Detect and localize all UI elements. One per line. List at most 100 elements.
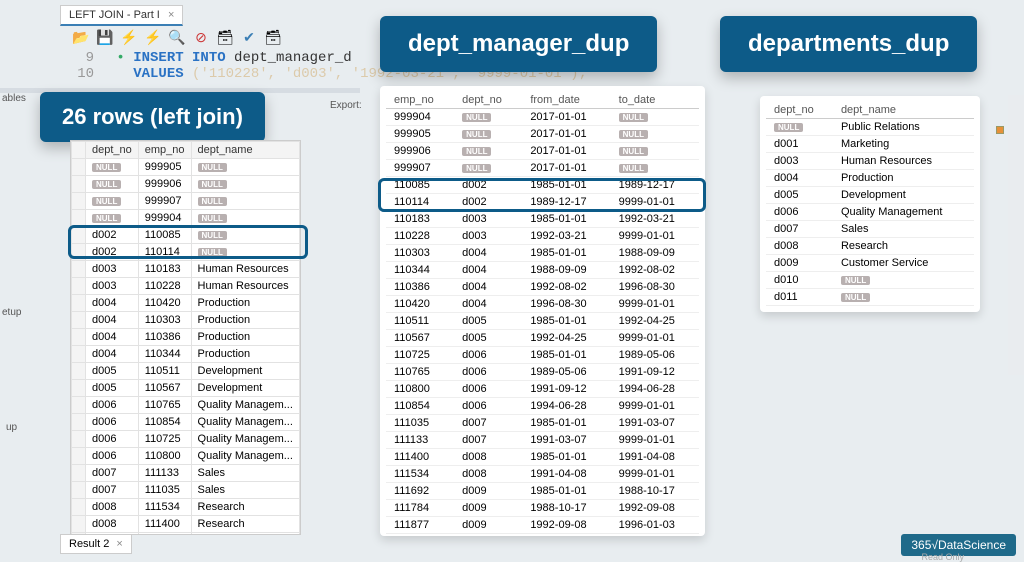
cell[interactable]: 1992-08-02 bbox=[522, 279, 610, 296]
table-row[interactable]: 110420d0041996-08-309999-01-01 bbox=[386, 296, 699, 313]
cell[interactable]: 1996-08-30 bbox=[611, 279, 699, 296]
cell[interactable]: 1985-01-01 bbox=[522, 347, 610, 364]
cell[interactable]: d006 bbox=[86, 448, 139, 465]
cell[interactable]: 1991-09-12 bbox=[522, 381, 610, 398]
table-row[interactable]: d006110725Quality Managem... bbox=[72, 431, 300, 448]
stop-icon[interactable]: ⊘ bbox=[192, 28, 210, 46]
table-row[interactable]: d005110567Development bbox=[72, 380, 300, 397]
cell[interactable]: 999906 bbox=[386, 143, 454, 160]
table-row[interactable]: NULL999906NULL bbox=[72, 176, 300, 193]
table-row[interactable]: d005Development bbox=[766, 187, 974, 204]
cell[interactable]: d006 bbox=[454, 381, 522, 398]
cell[interactable]: 110511 bbox=[386, 313, 454, 330]
cell[interactable]: 1989-12-17 bbox=[611, 177, 699, 194]
cell[interactable]: Quality Managem... bbox=[191, 431, 299, 448]
table-row[interactable]: d011NULL bbox=[766, 289, 974, 306]
cell[interactable]: d002 bbox=[86, 227, 139, 244]
open-icon[interactable]: 📂 bbox=[72, 28, 90, 46]
cell[interactable]: Research bbox=[191, 516, 299, 533]
cell[interactable]: d005 bbox=[454, 313, 522, 330]
table-row[interactable]: d003110183Human Resources bbox=[72, 261, 300, 278]
cell[interactable]: d005 bbox=[454, 330, 522, 347]
result-table[interactable]: dept_noemp_nodept_name NULL999905NULLNUL… bbox=[71, 141, 300, 535]
table-row[interactable]: d006110765Quality Managem... bbox=[72, 397, 300, 414]
cell[interactable]: 1989-05-06 bbox=[522, 364, 610, 381]
cell[interactable]: Research bbox=[833, 238, 974, 255]
cell[interactable]: NULL bbox=[611, 109, 699, 126]
cell[interactable]: d007 bbox=[86, 465, 139, 482]
cell[interactable]: 999905 bbox=[386, 126, 454, 143]
cell[interactable]: 110420 bbox=[386, 296, 454, 313]
table-row[interactable]: d008111534Research bbox=[72, 499, 300, 516]
cell[interactable]: NULL bbox=[454, 160, 522, 177]
editor-tab[interactable]: LEFT JOIN - Part I × bbox=[60, 5, 183, 26]
cell[interactable]: 110386 bbox=[386, 279, 454, 296]
cell[interactable]: 999904 bbox=[138, 210, 191, 227]
cell[interactable]: 110183 bbox=[138, 261, 191, 278]
table-row[interactable]: 110228d0031992-03-219999-01-01 bbox=[386, 228, 699, 245]
cell[interactable]: Quality Management bbox=[833, 204, 974, 221]
cell[interactable]: 110800 bbox=[386, 381, 454, 398]
cell[interactable]: 1988-09-09 bbox=[522, 262, 610, 279]
cell[interactable]: 1985-01-01 bbox=[522, 313, 610, 330]
table-row[interactable]: d002110114NULL bbox=[72, 244, 300, 261]
cell[interactable]: NULL bbox=[191, 227, 299, 244]
cell[interactable]: d009 bbox=[766, 255, 833, 272]
cell[interactable]: NULL bbox=[766, 119, 833, 136]
cell[interactable]: NULL bbox=[833, 272, 974, 289]
cell[interactable]: d004 bbox=[86, 346, 139, 363]
cell[interactable]: 111877 bbox=[386, 517, 454, 534]
cell[interactable]: 2017-01-01 bbox=[522, 126, 610, 143]
cell[interactable]: d006 bbox=[454, 398, 522, 415]
table-row[interactable]: 110725d0061985-01-011989-05-06 bbox=[386, 347, 699, 364]
commit-icon[interactable]: 🗃 bbox=[216, 28, 234, 46]
cell[interactable]: 111534 bbox=[386, 466, 454, 483]
cell[interactable]: 999906 bbox=[138, 176, 191, 193]
table-row[interactable]: 111400d0081985-01-011991-04-08 bbox=[386, 449, 699, 466]
cell[interactable]: d004 bbox=[86, 329, 139, 346]
table-row[interactable]: NULLPublic Relations bbox=[766, 119, 974, 136]
table-row[interactable]: 999907NULL2017-01-01NULL bbox=[386, 160, 699, 177]
cell[interactable]: 1992-09-08 bbox=[522, 517, 610, 534]
cell[interactable]: d003 bbox=[86, 261, 139, 278]
cell[interactable]: 110085 bbox=[386, 177, 454, 194]
table-row[interactable]: d008Research bbox=[766, 238, 974, 255]
cell[interactable]: d004 bbox=[454, 262, 522, 279]
explain-icon[interactable]: 🔍 bbox=[168, 28, 186, 46]
table-row[interactable]: 111534d0081991-04-089999-01-01 bbox=[386, 466, 699, 483]
cell[interactable]: 110228 bbox=[138, 278, 191, 295]
cell[interactable]: d006 bbox=[86, 397, 139, 414]
table-row[interactable]: d006110854Quality Managem... bbox=[72, 414, 300, 431]
cell[interactable]: d002 bbox=[86, 244, 139, 261]
cell[interactable]: Production bbox=[191, 312, 299, 329]
cell[interactable]: 9999-01-01 bbox=[611, 296, 699, 313]
table-row[interactable]: d006110800Quality Managem... bbox=[72, 448, 300, 465]
cell[interactable]: d005 bbox=[766, 187, 833, 204]
cell[interactable]: 1985-01-01 bbox=[522, 245, 610, 262]
cell[interactable]: 1991-03-07 bbox=[522, 432, 610, 449]
cell[interactable]: Sales bbox=[191, 482, 299, 499]
cell[interactable]: 111133 bbox=[386, 432, 454, 449]
cell[interactable]: 1991-04-08 bbox=[611, 449, 699, 466]
cell[interactable]: NULL bbox=[191, 210, 299, 227]
cell[interactable]: d004 bbox=[86, 312, 139, 329]
column-header[interactable]: dept_name bbox=[191, 142, 299, 159]
cell[interactable]: 110567 bbox=[138, 380, 191, 397]
cell[interactable]: 110344 bbox=[138, 346, 191, 363]
table-row[interactable]: d007111035Sales bbox=[72, 482, 300, 499]
cell[interactable]: 1996-01-03 bbox=[611, 517, 699, 534]
scrollbar[interactable] bbox=[1008, 95, 1024, 375]
cell[interactable]: Customer Service bbox=[191, 533, 299, 536]
cell[interactable]: 1991-09-12 bbox=[611, 364, 699, 381]
cell[interactable]: 999904 bbox=[386, 109, 454, 126]
cell[interactable]: 9999-01-01 bbox=[611, 432, 699, 449]
cell[interactable]: d002 bbox=[454, 177, 522, 194]
cell[interactable]: 111534 bbox=[138, 499, 191, 516]
cell[interactable]: 110114 bbox=[386, 194, 454, 211]
cell[interactable]: 1992-04-25 bbox=[611, 313, 699, 330]
departments-table[interactable]: dept_nodept_name NULLPublic Relationsd00… bbox=[766, 102, 974, 306]
table-row[interactable]: 111133d0071991-03-079999-01-01 bbox=[386, 432, 699, 449]
cell[interactable]: 1988-09-09 bbox=[611, 245, 699, 262]
cell[interactable]: 9999-01-01 bbox=[611, 330, 699, 347]
column-header[interactable]: emp_no bbox=[386, 92, 454, 109]
